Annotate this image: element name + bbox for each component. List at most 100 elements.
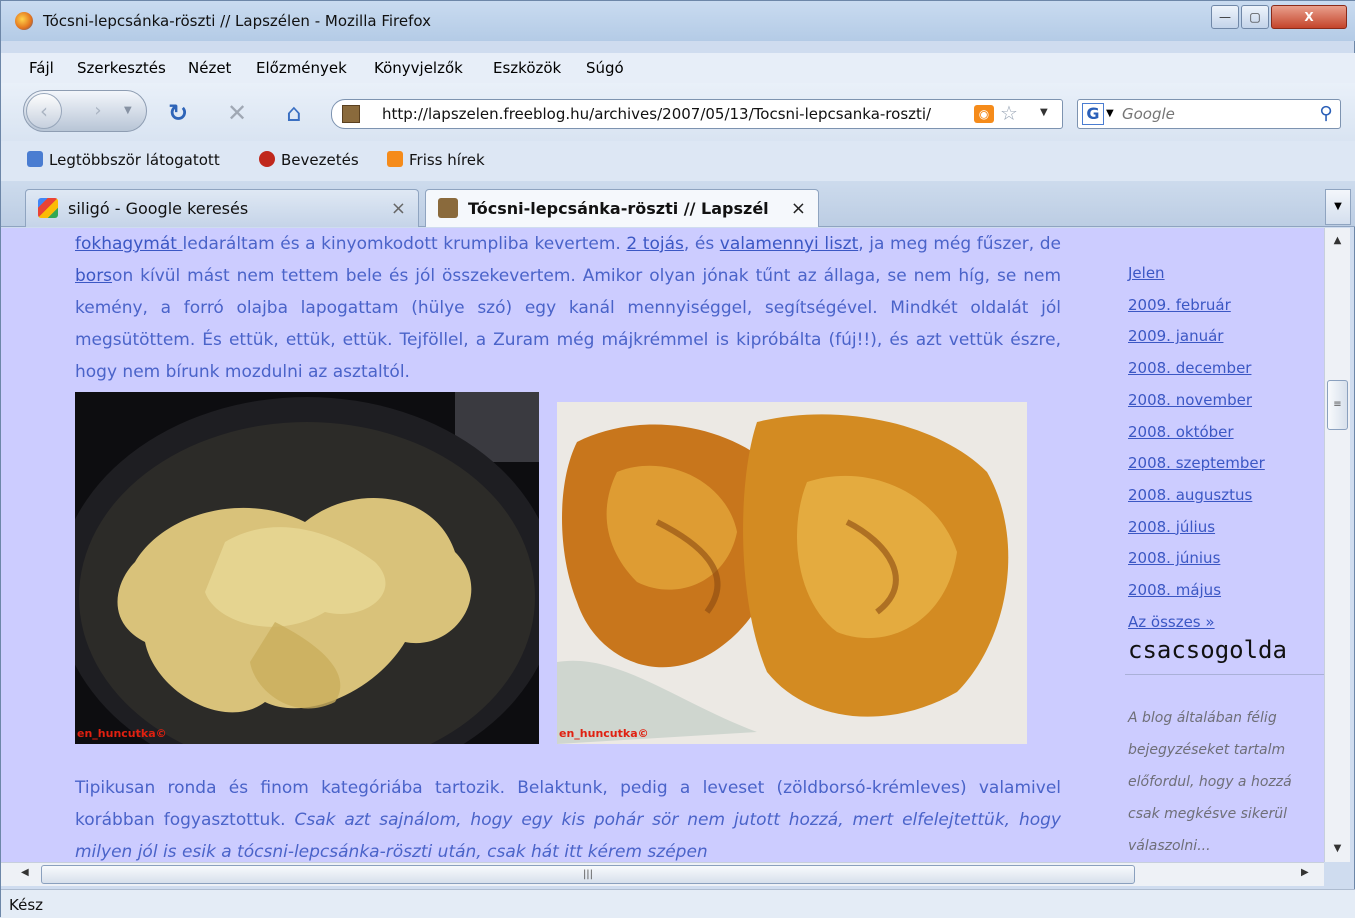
- archive-link-2008-10[interactable]: 2008. október: [1128, 417, 1265, 449]
- link-tojas[interactable]: 2 tojás: [626, 234, 683, 254]
- link-liszt[interactable]: valamennyi liszt: [720, 234, 858, 254]
- sidebar: Jelen 2009. február 2009. január 2008. d…: [1125, 228, 1334, 862]
- bookmark-label: Friss hírek: [409, 151, 485, 169]
- bookmark-label: Bevezetés: [281, 151, 359, 169]
- url-dropdown-icon[interactable]: ▼: [1040, 102, 1056, 124]
- bookmarks-toolbar: Legtöbbször látogatott Bevezetés Friss h…: [1, 141, 1355, 181]
- pan-illustration: [75, 392, 539, 744]
- archive-link-jelen[interactable]: Jelen: [1128, 258, 1265, 290]
- menu-help[interactable]: Súgó: [586, 59, 624, 77]
- horizontal-scroll-thumb[interactable]: |||: [41, 865, 1135, 884]
- archive-link-2008-07[interactable]: 2008. július: [1128, 512, 1265, 544]
- google-engine-icon[interactable]: G: [1082, 103, 1104, 125]
- google-favicon-icon: [38, 198, 58, 218]
- rss-bookmark-icon: [387, 151, 403, 167]
- close-window-button[interactable]: X: [1271, 5, 1347, 29]
- sidebar-description: A blog általában félig bejegyzéseket tar…: [1128, 702, 1334, 862]
- sidebar-desc-line: bejegyzéseket tartalm: [1128, 742, 1286, 758]
- archive-link-all[interactable]: Az összes »: [1128, 607, 1265, 639]
- scroll-left-arrow-icon[interactable]: ◀: [21, 867, 29, 878]
- post-body: fokhagymát ledaráltam és a kinyomkodott …: [75, 228, 1061, 388]
- post-text: ledaráltam és a kinyomkodott krumpliba k…: [182, 234, 627, 254]
- archive-link-2008-12[interactable]: 2008. december: [1128, 353, 1265, 385]
- tab-list-dropdown-icon[interactable]: ▼: [1325, 189, 1351, 225]
- close-tab-icon[interactable]: ×: [791, 198, 806, 219]
- sidebar-desc-line: A blog általában félig: [1128, 710, 1277, 726]
- most-visited-icon: [27, 151, 43, 167]
- archive-link-2008-06[interactable]: 2008. június: [1128, 543, 1265, 575]
- site-favicon-icon: [342, 105, 360, 123]
- minimize-button[interactable]: —: [1211, 5, 1239, 29]
- archive-link-2009-02[interactable]: 2009. február: [1128, 290, 1265, 322]
- firefox-icon: [15, 12, 33, 30]
- scroll-up-arrow-icon[interactable]: ▲: [1325, 228, 1350, 254]
- search-magnifier-icon[interactable]: ⚲: [1314, 101, 1338, 127]
- reload-icon[interactable]: ↻: [163, 99, 193, 127]
- photo-potato-pancakes: en_huncutka©: [557, 402, 1027, 744]
- bookmark-latest-headlines[interactable]: Friss hírek: [387, 151, 485, 169]
- post-text: , és: [683, 234, 720, 254]
- status-text: Kész: [9, 896, 44, 914]
- tab-google-search[interactable]: siligó - Google keresés ×: [25, 189, 419, 227]
- pancakes-illustration: [557, 402, 1027, 744]
- horizontal-scrollbar[interactable]: ◀ ||| ▶: [1, 862, 1324, 886]
- sidebar-desc-line: csak megkésve sikerül: [1128, 806, 1288, 822]
- photo-watermark: en_huncutka©: [559, 727, 649, 740]
- menu-file[interactable]: Fájl: [29, 59, 54, 77]
- search-input[interactable]: [1122, 103, 1302, 125]
- forward-button[interactable]: ›: [78, 99, 118, 123]
- status-bar: Kész: [1, 889, 1355, 918]
- address-bar[interactable]: http://lapszelen.freeblog.hu/archives/20…: [331, 99, 1063, 129]
- photo-frying-pan: en_huncutka©: [75, 392, 539, 744]
- menu-view[interactable]: Nézet: [188, 59, 231, 77]
- bookmark-most-visited[interactable]: Legtöbbször látogatott: [27, 151, 220, 169]
- scroll-right-arrow-icon[interactable]: ▶: [1301, 867, 1309, 878]
- tab-label: Tócsni-lepcsánka-röszti // Lapszél...: [468, 199, 768, 218]
- window-title: Tócsni-lepcsánka-röszti // Lapszélen - M…: [43, 12, 431, 30]
- home-icon[interactable]: ⌂: [279, 99, 309, 127]
- back-forward-group: ‹ › ▼: [23, 90, 147, 132]
- history-dropdown[interactable]: ▼: [124, 99, 140, 123]
- bookmark-star-icon[interactable]: ☆: [1000, 101, 1024, 125]
- archive-link-2009-01[interactable]: 2009. január: [1128, 321, 1265, 353]
- menu-bar: Fájl Szerkesztés Nézet Előzmények Könyvj…: [1, 53, 1355, 83]
- menu-edit[interactable]: Szerkesztés: [77, 59, 166, 77]
- bookmark-getting-started[interactable]: Bevezetés: [259, 151, 359, 169]
- close-tab-icon[interactable]: ×: [391, 198, 406, 219]
- browser-window: Tócsni-lepcsánka-röszti // Lapszélen - M…: [0, 0, 1355, 918]
- post-paragraph-2: Tipikusan ronda és finom kategóriába tar…: [75, 772, 1061, 862]
- maximize-button[interactable]: ▢: [1241, 5, 1269, 29]
- tab-strip: siligó - Google keresés × Tócsni-lepcsán…: [1, 181, 1355, 227]
- back-button[interactable]: ‹: [26, 93, 62, 129]
- archive-list: Jelen 2009. február 2009. január 2008. d…: [1128, 258, 1265, 638]
- photo-watermark: en_huncutka©: [77, 727, 167, 740]
- tab-blog-post[interactable]: Tócsni-lepcsánka-röszti // Lapszél... ×: [425, 189, 819, 227]
- sidebar-desc-line: válaszolni...: [1128, 838, 1211, 854]
- link-bors[interactable]: bors: [75, 266, 112, 286]
- engine-dropdown-icon[interactable]: ▼: [1106, 103, 1114, 125]
- sidebar-desc-line: előfordul, hogy a hozzá: [1128, 774, 1292, 790]
- firefox-bookmark-icon: [259, 151, 275, 167]
- sidebar-heading: csacsogolda: [1128, 636, 1287, 664]
- search-bar: G ▼ ⚲: [1077, 99, 1341, 129]
- archive-link-2008-08[interactable]: 2008. augusztus: [1128, 480, 1265, 512]
- scroll-down-arrow-icon[interactable]: ▼: [1325, 836, 1350, 862]
- navigation-toolbar: ‹ › ▼ ↻ ✕ ⌂ http://lapszelen.freeblog.hu…: [1, 83, 1355, 141]
- sidebar-divider: [1125, 674, 1325, 675]
- archive-link-2008-05[interactable]: 2008. május: [1128, 575, 1265, 607]
- tab-label: siligó - Google keresés: [68, 199, 249, 218]
- menu-tools[interactable]: Eszközök: [493, 59, 561, 77]
- url-text[interactable]: http://lapszelen.freeblog.hu/archives/20…: [382, 105, 972, 123]
- page-content: fokhagymát ledaráltam és a kinyomkodott …: [1, 228, 1334, 862]
- archive-link-2008-09[interactable]: 2008. szeptember: [1128, 448, 1265, 480]
- vertical-scroll-thumb[interactable]: ≡: [1327, 380, 1348, 430]
- title-bar: Tócsni-lepcsánka-röszti // Lapszélen - M…: [1, 1, 1355, 41]
- menu-bookmarks[interactable]: Könyvjelzők: [374, 59, 463, 77]
- archive-link-2008-11[interactable]: 2008. november: [1128, 385, 1265, 417]
- rss-feed-icon[interactable]: ◉: [974, 105, 994, 123]
- vertical-scrollbar[interactable]: ▲ ≡ ▼: [1324, 228, 1350, 862]
- stop-icon[interactable]: ✕: [222, 99, 252, 127]
- blog-favicon-icon: [438, 198, 458, 218]
- menu-history[interactable]: Előzmények: [256, 59, 347, 77]
- link-fokhagyma[interactable]: fokhagymát: [75, 234, 183, 254]
